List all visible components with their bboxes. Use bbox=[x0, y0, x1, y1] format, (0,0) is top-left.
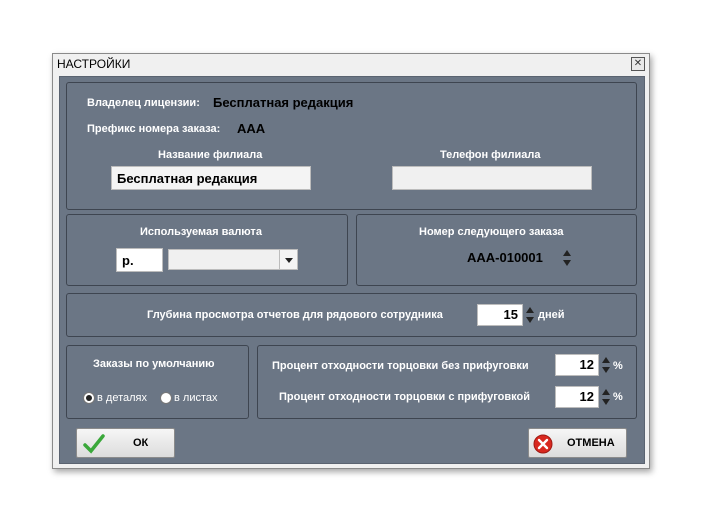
currency-select[interactable] bbox=[168, 249, 298, 270]
radio-in-sheets-label[interactable]: в листах bbox=[174, 392, 218, 404]
title-bar: НАСТРОЙКИ ✕ bbox=[53, 54, 649, 74]
trim-waste-panel: Процент отходности торцовки без прифугов… bbox=[257, 345, 637, 419]
default-orders-panel: Заказы по умолчанию в деталях в листах bbox=[66, 345, 249, 419]
close-button[interactable]: ✕ bbox=[631, 57, 645, 71]
dialog-body: Владелец лицензии: Бесплатная редакция П… bbox=[59, 76, 645, 464]
license-owner-value: Бесплатная редакция bbox=[213, 95, 354, 110]
license-owner-label: Владелец лицензии: bbox=[87, 97, 200, 109]
chevron-down-icon[interactable] bbox=[279, 250, 297, 269]
branch-name-label: Название филиала bbox=[158, 149, 263, 161]
branch-phone-label: Телефон филиала bbox=[440, 149, 541, 161]
cancel-button[interactable]: ОТМЕНА bbox=[528, 428, 627, 458]
branch-name-input[interactable]: Бесплатная редакция bbox=[111, 166, 311, 190]
reports-depth-input[interactable]: 15 bbox=[477, 304, 523, 326]
currency-panel: Используемая валюта р. bbox=[66, 214, 348, 286]
spinner-arrows-icon[interactable] bbox=[525, 305, 534, 325]
cancel-circle-icon bbox=[533, 434, 553, 454]
trim-with-jointing-label: Процент отходности торцовки с прифуговко… bbox=[279, 391, 530, 403]
ok-button[interactable]: ОК bbox=[76, 428, 175, 458]
reports-depth-unit: дней bbox=[538, 309, 565, 321]
cancel-button-label: ОТМЕНА bbox=[567, 437, 615, 449]
currency-label: Используемая валюта bbox=[140, 226, 262, 238]
spinner-arrows-icon[interactable] bbox=[601, 355, 610, 375]
reports-panel: Глубина просмотра отчетов для рядового с… bbox=[66, 293, 637, 337]
branch-phone-input[interactable] bbox=[392, 166, 592, 190]
next-order-value[interactable]: AAA-010001 bbox=[467, 250, 543, 265]
window-title: НАСТРОЙКИ bbox=[57, 57, 131, 71]
radio-in-details[interactable] bbox=[83, 392, 95, 404]
trim-with-unit: % bbox=[613, 391, 623, 403]
license-panel: Владелец лицензии: Бесплатная редакция П… bbox=[66, 82, 637, 210]
trim-without-jointing-label: Процент отходности торцовки без прифугов… bbox=[272, 360, 529, 372]
spinner-arrows-icon[interactable] bbox=[562, 248, 571, 268]
radio-in-details-label[interactable]: в деталях bbox=[97, 392, 147, 404]
default-orders-label: Заказы по умолчанию bbox=[93, 358, 215, 370]
trim-with-jointing-input[interactable]: 12 bbox=[555, 386, 599, 408]
trim-without-jointing-input[interactable]: 12 bbox=[555, 354, 599, 376]
next-order-label: Номер следующего заказа bbox=[419, 226, 564, 238]
next-order-panel: Номер следующего заказа AAA-010001 bbox=[356, 214, 637, 286]
order-prefix-label: Префикс номера заказа: bbox=[87, 123, 221, 135]
radio-in-sheets[interactable] bbox=[160, 392, 172, 404]
order-prefix-value: AAA bbox=[237, 121, 266, 136]
ok-button-label: ОК bbox=[133, 437, 149, 449]
currency-symbol-input[interactable]: р. bbox=[116, 248, 163, 272]
check-icon bbox=[83, 434, 105, 454]
spinner-arrows-icon[interactable] bbox=[601, 387, 610, 407]
reports-depth-label: Глубина просмотра отчетов для рядового с… bbox=[147, 309, 443, 321]
trim-without-unit: % bbox=[613, 360, 623, 372]
settings-dialog: НАСТРОЙКИ ✕ Владелец лицензии: Бесплатна… bbox=[52, 53, 650, 469]
